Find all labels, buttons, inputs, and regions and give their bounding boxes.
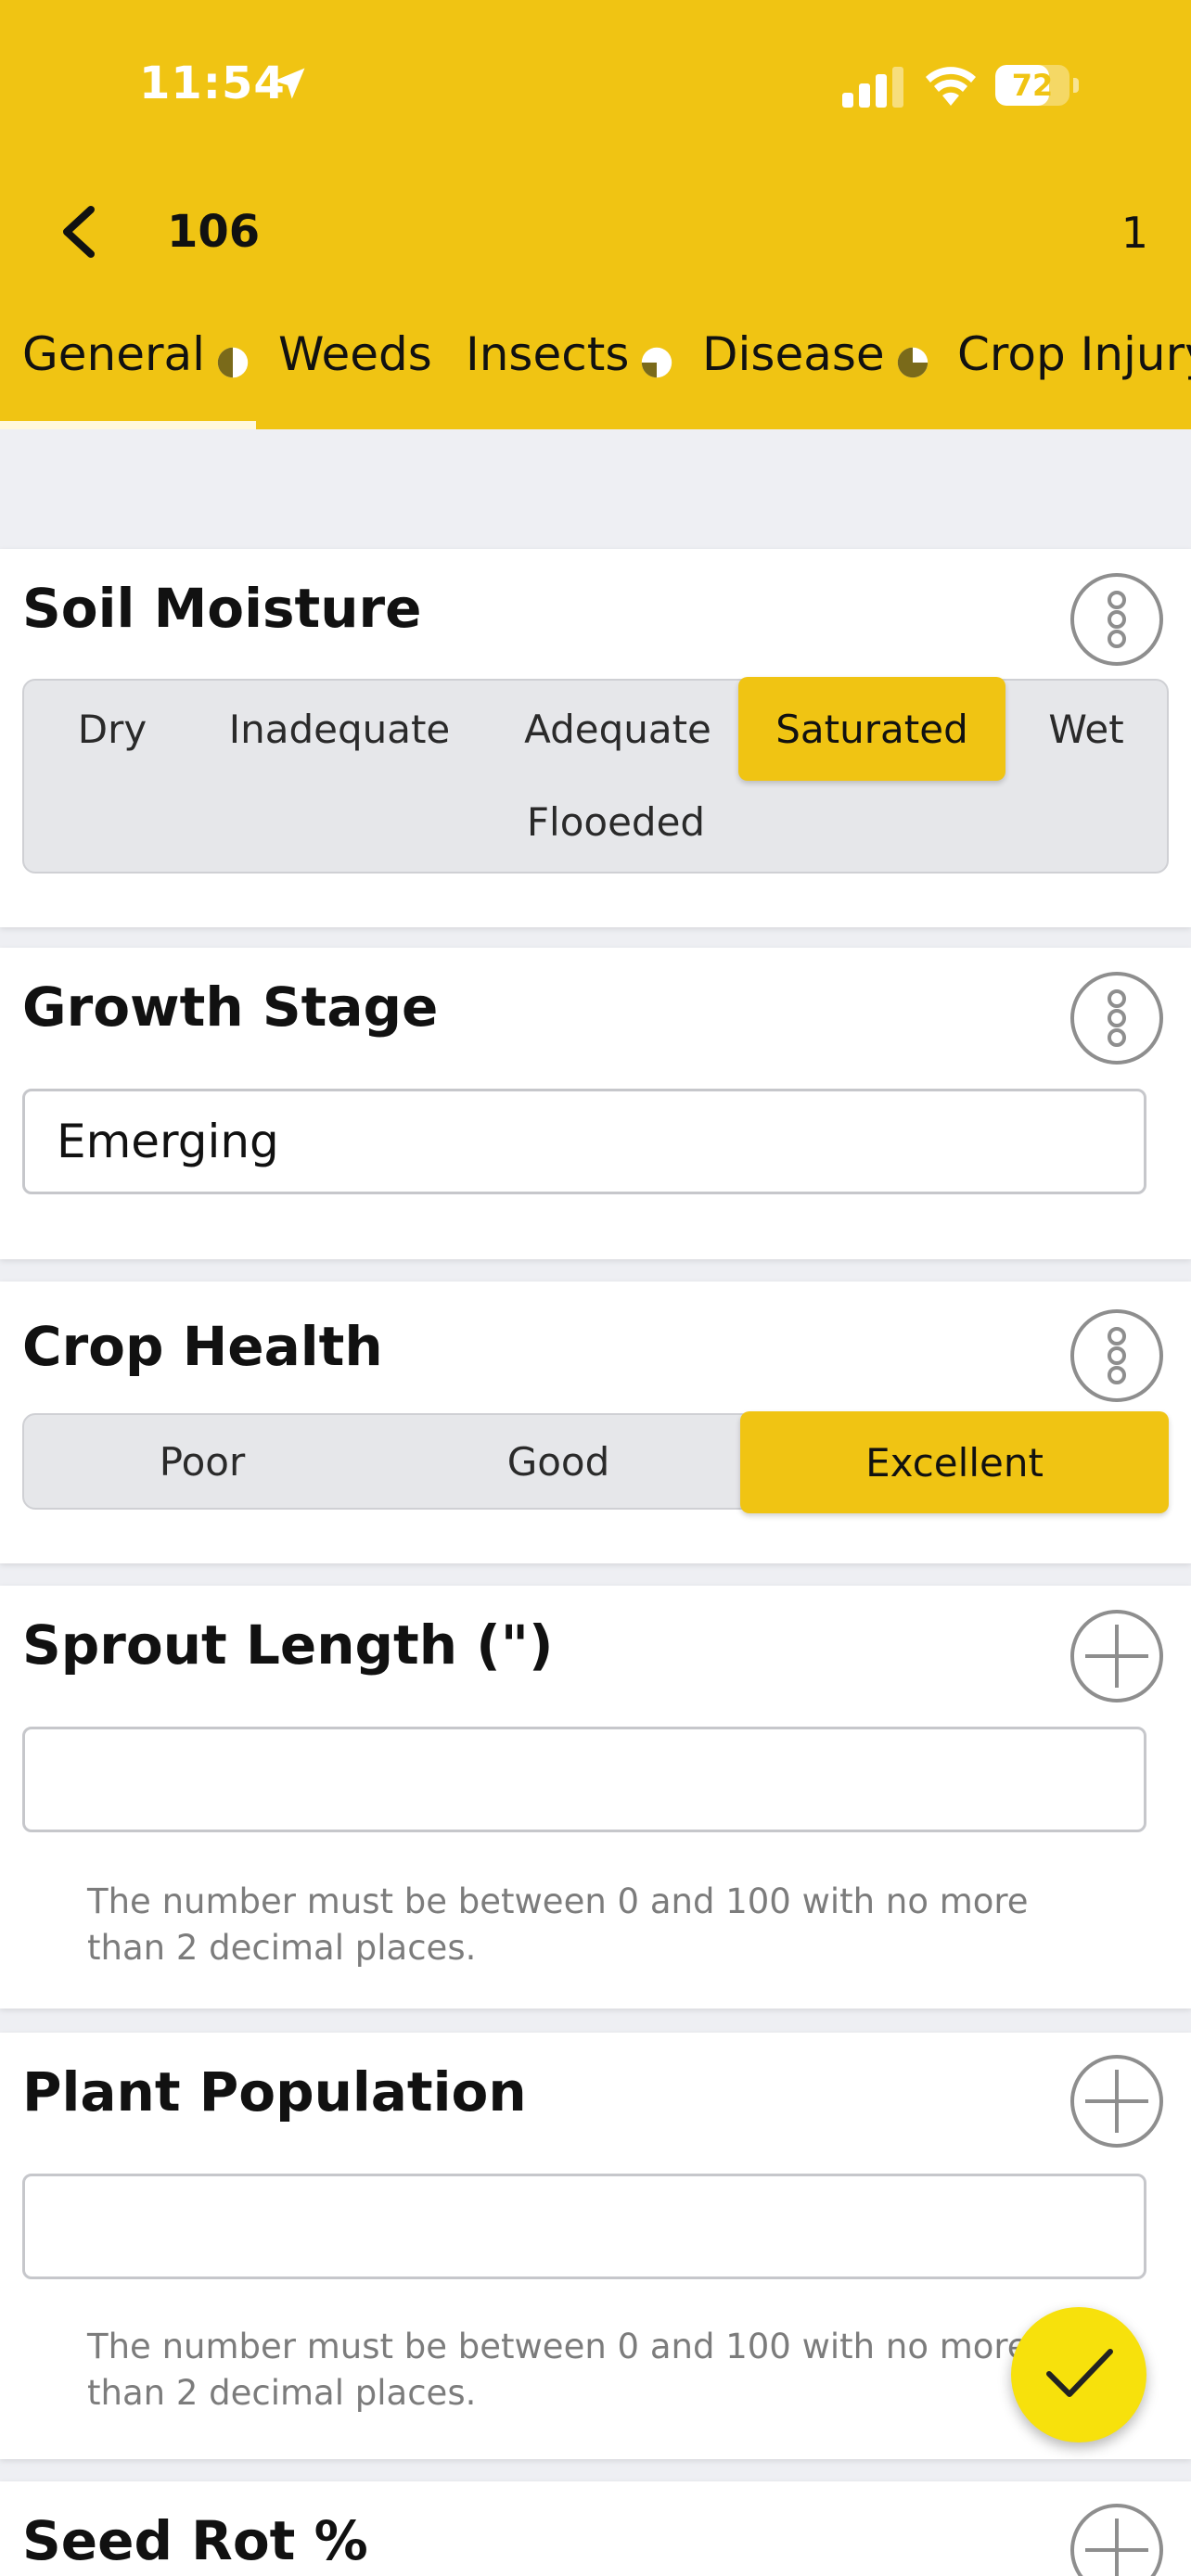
location-arrow-icon — [274, 68, 305, 99]
tab-disease[interactable]: Disease — [702, 320, 929, 429]
half-pie-icon — [217, 347, 249, 378]
growth-stage-card: Growth Stage Emerging — [0, 948, 1191, 1259]
soil-moisture-title: Soil Moisture — [22, 577, 422, 640]
sprout-length-hint: The number must be between 0 and 100 wit… — [87, 1881, 1029, 1968]
option-good[interactable]: Good — [380, 1415, 736, 1508]
soil-moisture-more-button[interactable] — [1070, 573, 1163, 666]
soil-moisture-selector: Dry Inadequate Adequate Saturated Wet Fl… — [22, 677, 1169, 874]
sprout-length-add-button[interactable] — [1070, 1610, 1163, 1702]
battery-percent: 72 — [1011, 68, 1054, 103]
sprout-length-title: Sprout Length (") — [22, 1613, 554, 1677]
save-fab-button[interactable] — [1011, 2307, 1146, 2442]
more-vertical-icon — [1108, 1327, 1126, 1384]
plant-population-add-button[interactable] — [1070, 2055, 1163, 2148]
sprout-length-card: Sprout Length (") The number must be bet… — [0, 1586, 1191, 2009]
tab-label: Crop Injury — [957, 327, 1191, 381]
growth-stage-more-button[interactable] — [1070, 972, 1163, 1065]
option-wet[interactable]: Wet — [1017, 681, 1156, 777]
tab-label: Disease — [702, 327, 885, 381]
tab-weeds[interactable]: Weeds — [278, 320, 432, 429]
cellular-signal-icon — [842, 67, 903, 108]
growth-stage-field[interactable]: Emerging — [22, 1089, 1146, 1194]
plus-icon — [1085, 2070, 1148, 2133]
more-vertical-icon — [1108, 989, 1126, 1047]
checkmark-icon — [1046, 2349, 1113, 2397]
seed-rot-add-button[interactable] — [1070, 2504, 1163, 2576]
plant-population-title: Plant Population — [22, 2060, 527, 2123]
plant-population-hint: The number must be between 0 and 100 wit… — [87, 2327, 1029, 2413]
plant-population-input[interactable] — [22, 2174, 1146, 2279]
tab-label: Weeds — [278, 327, 432, 381]
back-chevron-icon[interactable] — [56, 206, 102, 258]
seed-rot-card: Seed Rot % — [0, 2481, 1191, 2576]
active-tab-indicator — [0, 421, 256, 429]
three-quarter-pie-icon — [897, 347, 928, 378]
nav-bar: 106 1 — [0, 185, 1191, 278]
plus-icon — [1085, 1625, 1148, 1688]
page-title: 106 — [167, 206, 261, 258]
battery-indicator: 72 — [995, 65, 1079, 106]
quarter-pie-icon — [642, 347, 672, 378]
tab-crop-injury[interactable]: Crop Injury — [957, 320, 1191, 429]
option-poor[interactable]: Poor — [24, 1415, 380, 1508]
record-count: 1 — [1121, 208, 1148, 258]
tab-label: Insects — [466, 327, 630, 381]
seed-rot-title: Seed Rot % — [22, 2509, 368, 2572]
app-header: 11:54 72 106 1 General Weeds Insects Dis… — [0, 0, 1191, 429]
sprout-length-input[interactable] — [22, 1727, 1146, 1832]
crop-health-title: Crop Health — [22, 1315, 383, 1378]
crop-health-selector: Poor Good Excellent — [22, 1411, 1169, 1513]
option-inadequate[interactable]: Inadequate — [210, 681, 469, 777]
status-time: 11:54 — [139, 57, 286, 109]
more-vertical-icon — [1108, 591, 1126, 648]
tab-general[interactable]: General — [22, 320, 250, 429]
option-adequate[interactable]: Adequate — [488, 681, 748, 777]
option-flooded[interactable]: Flooeded — [430, 773, 801, 870]
soil-moisture-card: Soil Moisture Dry Inadequate Adequate Sa… — [0, 549, 1191, 927]
option-saturated[interactable]: Saturated — [738, 677, 1005, 781]
crop-health-more-button[interactable] — [1070, 1309, 1163, 1402]
option-dry[interactable]: Dry — [33, 681, 191, 777]
crop-health-card: Crop Health Poor Good Excellent — [0, 1282, 1191, 1563]
tab-insects[interactable]: Insects — [466, 320, 673, 429]
tab-label: General — [22, 327, 206, 381]
tab-bar: General Weeds Insects Disease Crop Injur — [0, 320, 1191, 429]
status-bar: 11:54 72 — [0, 0, 1191, 176]
plant-population-card: Plant Population The number must be betw… — [0, 2033, 1191, 2459]
growth-stage-title: Growth Stage — [22, 976, 439, 1039]
plus-icon — [1085, 2519, 1148, 2576]
option-excellent[interactable]: Excellent — [740, 1411, 1169, 1513]
wifi-icon — [926, 67, 976, 106]
